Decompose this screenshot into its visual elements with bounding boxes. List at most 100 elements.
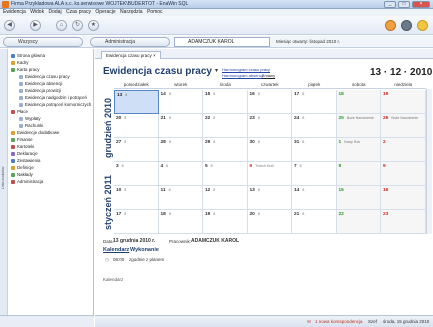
calendar-day-cell[interactable]: 21 8 [158, 114, 203, 138]
sidebar-item-9[interactable]: Wypłaty [19, 116, 41, 121]
notification-icon[interactable]: ✉ [307, 319, 311, 325]
close-tab-icon[interactable]: × [153, 53, 156, 58]
calendar-day-cell[interactable]: 2 [381, 138, 426, 162]
tab-kalendarz[interactable]: Kalendarz [103, 247, 129, 253]
sidebar-item-14[interactable]: Deklaracje [11, 151, 38, 156]
menu-dodaj[interactable]: Dodaj [48, 9, 61, 16]
calendar-day-cell[interactable]: 17 8 [292, 90, 337, 114]
calendar-day-cell[interactable]: 19 8 [203, 210, 248, 234]
sidebar-item-17[interactable]: Nakłady [11, 172, 33, 177]
status-alert[interactable]: 1 nowa korespondencja [315, 319, 363, 324]
sidebar-item-0[interactable]: Strona główna [11, 53, 45, 58]
harmonogram-absencji-link[interactable]: Harmonogram absencji [222, 73, 263, 78]
calendar-day-cell[interactable]: 22 8 [203, 114, 248, 138]
employee-filter-button[interactable]: Wszyscy [3, 37, 83, 47]
changes-filter[interactable]: Zmiany [262, 73, 275, 78]
calendar-day-cell[interactable]: 20 8 [247, 210, 292, 234]
calendar-day-cell[interactable]: 11 8 [158, 186, 203, 210]
calendar-day-cell[interactable]: 48 [158, 162, 203, 186]
sidebar-item-5[interactable]: Ewidencja prowizji [19, 88, 61, 93]
calendar-day-cell[interactable]: 24 8 [292, 114, 337, 138]
sidebar-item-4[interactable]: Ewidencja absencji [19, 81, 62, 86]
menu-narzedzia[interactable]: Narzędzia [120, 9, 143, 16]
harmonogram-czasu-link[interactable]: Harmonogram czasu pracy [222, 67, 270, 72]
forward-icon[interactable]: ▶ [30, 20, 41, 31]
menu-widok[interactable]: Widok [30, 9, 44, 16]
menu-czas-pracy[interactable]: Czas pracy [66, 9, 91, 16]
calendar-day-cell[interactable]: 14 8 [292, 186, 337, 210]
close-button[interactable]: × [412, 1, 430, 8]
calendar-day-cell[interactable]: 27 8 [114, 138, 159, 162]
sidebar-item-11[interactable]: Ewidencje dodatkowe [11, 130, 59, 135]
favorites-icon[interactable]: ★ [88, 20, 99, 31]
sidebar-item-3[interactable]: Ewidencja czasu pracy [19, 74, 70, 79]
maximize-button[interactable]: □ [398, 1, 410, 8]
calendar-day-cell[interactable]: 20 8 [114, 114, 159, 138]
sidebar-item-12[interactable]: Finanse [11, 137, 33, 142]
calendar-day-cell[interactable]: 19 [381, 90, 426, 114]
calendar-day-cell[interactable]: 58 [203, 162, 248, 186]
tab-wykonanie[interactable]: Wykonanie [130, 247, 159, 253]
calendar-day-cell[interactable]: 18 8 [158, 210, 203, 234]
refresh-icon[interactable]: ↻ [72, 20, 83, 31]
day-number: 2 [383, 140, 386, 145]
sidebar-item-1[interactable]: Kadry [11, 60, 28, 65]
sidebar-item-6[interactable]: Ewidencja nadgodzin i potrąceń [19, 95, 87, 100]
calendar-day-cell[interactable]: 13 8 [114, 90, 159, 114]
tab-ewidencja-czasu-pracy[interactable]: Ewidencja czasu pracy × [101, 51, 161, 59]
calendar-day-cell[interactable]: 28 8 [158, 138, 203, 162]
folder-icon [11, 179, 15, 184]
menu-ewidencja[interactable]: Ewidencja [3, 9, 26, 16]
calendar-day-cell[interactable]: 29 8 [203, 138, 248, 162]
help-icon[interactable] [417, 20, 428, 31]
calendar-day-cell[interactable]: 38 [114, 162, 159, 186]
person-select[interactable]: ADAMCZUK KAROL [174, 37, 270, 47]
calendar-day-cell[interactable]: 1 Nowy Rok [336, 138, 381, 162]
calendar-day-cell[interactable]: 26 Boże Narodzenie [381, 114, 426, 138]
calendar-day-cell[interactable]: 15 8 [203, 90, 248, 114]
sidebar-item-7[interactable]: Ewidencja potrąceń komorniczych [19, 102, 91, 107]
calendar-day-cell[interactable]: 12 8 [203, 186, 248, 210]
calendar-day-cell[interactable]: 23 8 [247, 114, 292, 138]
calendar-day-cell[interactable]: 6 Trzech Króli [247, 162, 292, 186]
calendar-day-cell[interactable]: 16 8 [247, 90, 292, 114]
sidebar-item-15[interactable]: Zestawienia [11, 158, 40, 163]
calendar-day-cell[interactable]: 31 8 [292, 138, 337, 162]
calendar-day-cell[interactable]: 21 8 [292, 210, 337, 234]
sidebar-item-label: Finanse [17, 137, 33, 142]
vertical-scrollbar[interactable] [426, 89, 432, 234]
calendar-day-cell[interactable]: 17 8 [114, 210, 159, 234]
view-dropdown-icon[interactable]: ▾ [215, 67, 218, 74]
sidebar-item-2[interactable]: Karta pracy [11, 67, 39, 72]
settings-icon[interactable] [401, 20, 412, 31]
calendar-day-cell[interactable]: 78 [292, 162, 337, 186]
calendar-day-cell[interactable]: 25 Boże Narodzenie [336, 114, 381, 138]
section-dropdown[interactable]: Administracja [90, 37, 170, 47]
calendar-day-cell[interactable]: 16 [381, 186, 426, 210]
calendar-day-cell[interactable]: 13 8 [247, 186, 292, 210]
home-icon[interactable]: ⌂ [56, 20, 67, 31]
sidebar-item-18[interactable]: Administracja [11, 179, 43, 184]
sidebar-item-8[interactable]: Płace [11, 109, 28, 114]
calendar-day-cell[interactable]: 8 [336, 162, 381, 186]
calendar-day-cell[interactable]: 18 [336, 90, 381, 114]
calendar-day-cell[interactable]: 9 [381, 162, 426, 186]
alert-icon[interactable] [385, 20, 396, 31]
sidebar-item-13[interactable]: Kartoteki [11, 144, 34, 149]
calendar-day-cell[interactable]: 14 8 [158, 90, 203, 114]
minimize-button[interactable]: _ [384, 1, 396, 8]
menu-pomoc[interactable]: Pomoc [147, 9, 163, 16]
app-icon [2, 1, 9, 8]
employee-label: Pracownik: [169, 239, 192, 244]
sidebar-item-10[interactable]: Rachunki [19, 123, 43, 128]
calendar-day-cell[interactable]: 22 [336, 210, 381, 234]
calendar-day-cell[interactable]: 30 8 [247, 138, 292, 162]
sidebar-item-16[interactable]: Definicje [11, 165, 34, 170]
calendar-day-cell[interactable]: 23 [381, 210, 426, 234]
back-icon[interactable]: ◀ [4, 20, 15, 31]
calendar-day-cell[interactable]: 15 [336, 186, 381, 210]
calendar-day-cell[interactable]: 10 8 [114, 186, 159, 210]
date-navigator[interactable]: 13 · 12 · 2010 [370, 67, 432, 78]
menu-operacje[interactable]: Operacje [95, 9, 115, 16]
day-number: 4 [160, 164, 164, 169]
